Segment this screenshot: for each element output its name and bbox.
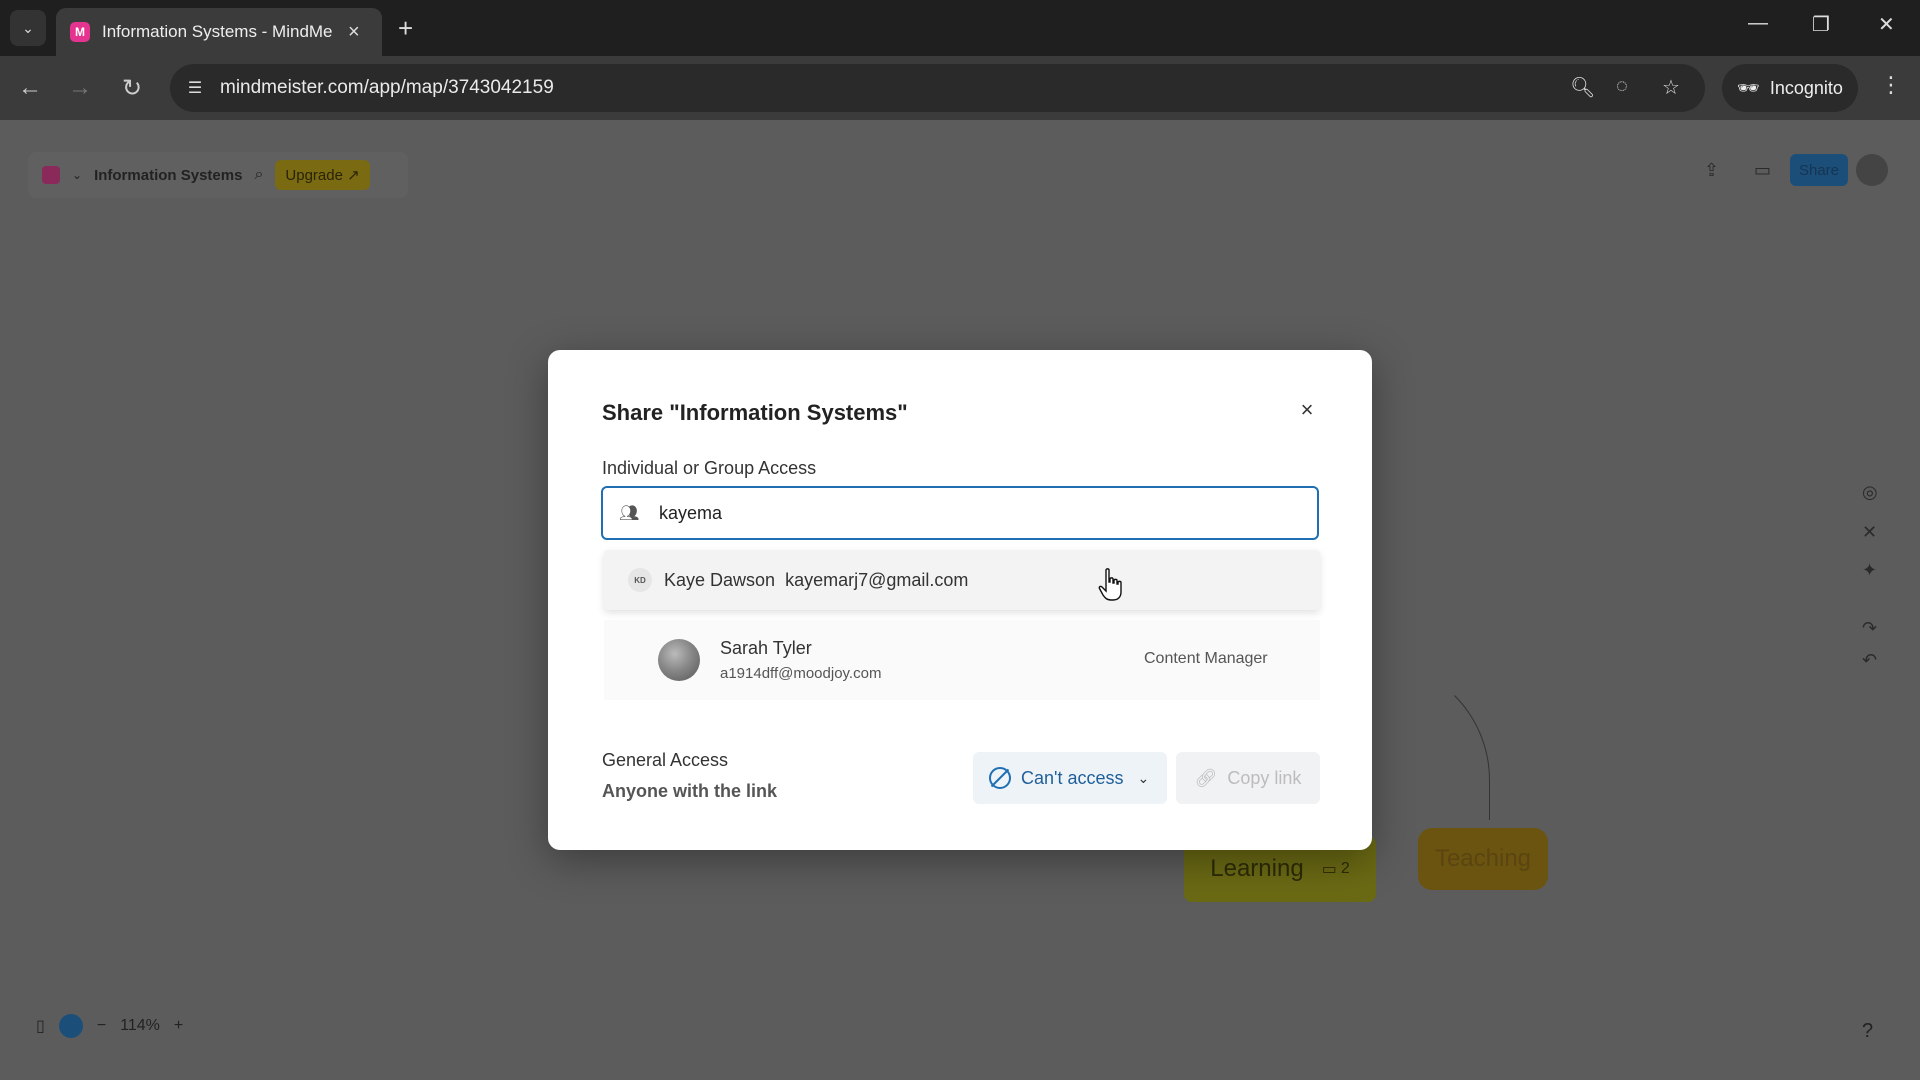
reload-icon[interactable]: ↻ — [116, 72, 148, 104]
address-bar[interactable]: ☰ mindmeister.com/app/map/3743042159 🔍︎ … — [170, 64, 1705, 112]
zoom-controls: ▯ − 114% + — [36, 1004, 256, 1048]
suggestion-initials: KD — [628, 568, 652, 592]
url-text[interactable]: mindmeister.com/app/map/3743042159 — [220, 77, 554, 99]
user-avatar[interactable] — [1856, 154, 1888, 186]
minimize-icon[interactable]: — — [1748, 12, 1768, 35]
browser-tabbar: ⌄ M Information Systems - MindMe × + — ❐… — [0, 0, 1920, 56]
zoom-level: 114% — [120, 1017, 160, 1034]
people-search-field[interactable]: 👥︎ — [601, 486, 1319, 540]
map-title[interactable]: Information Systems — [94, 167, 242, 184]
site-info-icon[interactable]: ☰ — [182, 76, 208, 100]
copy-link-button[interactable]: 🔗︎ Copy link — [1176, 752, 1320, 804]
restore-icon[interactable]: ❐ — [1812, 12, 1830, 37]
redo-icon[interactable]: ↷ — [1862, 618, 1877, 639]
general-access-label: General Access — [602, 750, 729, 770]
node-teaching-label: Teaching — [1434, 845, 1532, 872]
tab-title: Information Systems - MindMe — [102, 22, 333, 41]
dialog-title: Share "Information Systems" — [602, 400, 908, 425]
comment-icon: ▭ — [1321, 861, 1337, 878]
link-icon: 🔗︎ — [1194, 767, 1218, 788]
expand-icon[interactable]: ✕ — [1862, 522, 1877, 543]
copy-link-label: Copy link — [1227, 767, 1302, 788]
member-info: Sarah Tyler a1914dff@moodjoy.com — [720, 638, 881, 682]
eye-off-icon[interactable]: ◌ — [1616, 75, 1628, 98]
member-role[interactable]: Content Manager — [1144, 650, 1268, 668]
people-search-input[interactable] — [659, 502, 1279, 524]
node-connector — [1370, 660, 1490, 820]
node-learning-count: 2 — [1340, 860, 1350, 877]
incognito-indicator[interactable]: 🕶︎ Incognito — [1722, 64, 1858, 112]
upgrade-button[interactable]: Upgrade ↗ — [275, 160, 370, 190]
undo-icon[interactable]: ↶ — [1862, 650, 1877, 671]
member-avatar — [658, 639, 700, 681]
suggestion-email: kayemarj7@gmail.com — [785, 569, 969, 590]
tab-close-icon[interactable]: × — [348, 21, 360, 44]
theme-icon[interactable]: ✦ — [1862, 560, 1877, 581]
member-row: Sarah Tyler a1914dff@moodjoy.com Content… — [604, 620, 1320, 700]
forward-icon[interactable]: → — [64, 72, 96, 104]
hand-cursor-icon — [1098, 568, 1122, 601]
people-icon: 👥︎ — [619, 505, 640, 522]
member-email: a1914dff@moodjoy.com — [720, 665, 882, 682]
member-name: Sarah Tyler — [720, 638, 812, 658]
mindmeister-favicon-icon: M — [70, 22, 90, 42]
no-access-icon — [989, 767, 1011, 789]
share-button[interactable]: Share — [1790, 154, 1848, 186]
upload-icon[interactable]: ⇪ — [1704, 160, 1719, 181]
browser-menu-icon[interactable]: ⋮ — [1880, 72, 1902, 98]
zoom-out-icon[interactable]: − — [97, 1017, 106, 1035]
node-learning-label: Learning — [1210, 855, 1304, 882]
node-teaching[interactable]: Teaching — [1418, 828, 1548, 890]
window-close-icon[interactable]: ✕ — [1878, 12, 1895, 37]
suggestion-name: Kaye Dawson — [664, 569, 776, 590]
zoom-icon[interactable]: 🔍︎ — [1570, 75, 1595, 100]
general-access-sub: Anyone with the link — [602, 781, 778, 801]
access-level-label: Can't access — [1021, 767, 1124, 788]
new-tab-icon[interactable]: + — [398, 14, 413, 42]
present-icon[interactable]: ▭ — [1754, 160, 1771, 181]
incognito-icon: 🕶︎ — [1737, 77, 1760, 98]
search-icon[interactable]: ⌕ — [254, 166, 263, 184]
share-dialog: Share "Information Systems" × Individual… — [548, 350, 1372, 850]
browser-toolbar: ← → ↻ ☰ mindmeister.com/app/map/37430421… — [0, 56, 1920, 120]
focus-icon[interactable]: ◎ — [1862, 482, 1878, 503]
suggestion-item[interactable]: KD Kaye Dawson kayemarj7@gmail.com — [604, 550, 1320, 610]
tab-list-chevron-icon[interactable]: ⌄ — [10, 10, 46, 46]
zoom-in-icon[interactable]: + — [174, 1017, 183, 1035]
chevron-down-icon[interactable]: ⌄ — [72, 168, 82, 182]
app-logo-icon[interactable] — [42, 166, 60, 184]
bookmark-star-icon[interactable]: ☆ — [1662, 75, 1680, 100]
browser-tab[interactable]: M Information Systems - MindMe × — [56, 8, 382, 56]
map-view-icon[interactable] — [58, 1014, 83, 1038]
page-icon[interactable]: ▯ — [36, 1016, 45, 1036]
incognito-label: Incognito — [1769, 77, 1843, 98]
chevron-down-icon: ⌄ — [1137, 769, 1150, 786]
access-level-dropdown[interactable]: Can't access ⌄ — [973, 752, 1167, 804]
map-header: ⌄ Information Systems ⌕ Upgrade ↗ — [28, 152, 408, 198]
close-icon[interactable]: × — [1297, 397, 1317, 422]
individual-access-label: Individual or Group Access — [602, 458, 817, 478]
help-icon[interactable]: ? — [1862, 1020, 1873, 1043]
back-icon[interactable]: ← — [14, 72, 46, 104]
